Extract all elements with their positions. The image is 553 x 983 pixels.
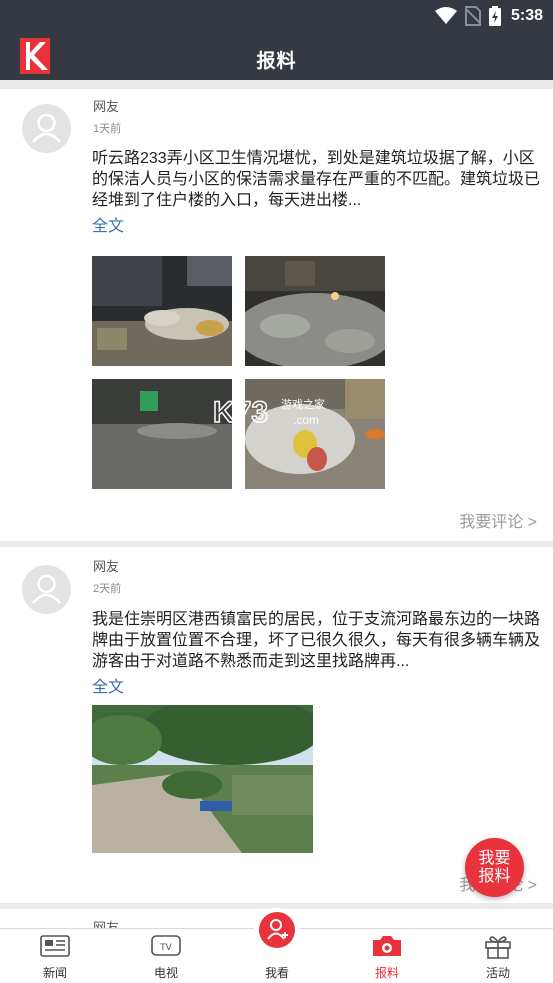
avatar[interactable] — [22, 565, 71, 614]
post-time: 2天前 — [93, 583, 122, 595]
post-image-graphic — [92, 379, 232, 489]
user-icon — [32, 113, 61, 143]
post-image[interactable] — [92, 256, 232, 366]
post-username: 网友 — [93, 920, 120, 928]
report-fab-button[interactable]: 我要 报料 — [465, 838, 524, 897]
newspaper-icon — [40, 935, 70, 957]
tv-icon: TV — [151, 935, 181, 956]
svg-text:.com: .com — [293, 413, 319, 427]
fab-label-line1: 我要 — [478, 850, 511, 867]
wifi-icon — [434, 7, 457, 24]
post-time: 1天前 — [93, 123, 122, 135]
post-card[interactable]: 网友 1天前 听云路233弄小区卫生情况堪忧，到处是建筑垃圾据了解，小区的保洁人… — [0, 89, 553, 541]
tab-news-label: 新闻 — [42, 966, 67, 980]
center-tab-inner — [259, 912, 295, 948]
post-username: 网友 — [93, 99, 120, 114]
post-image[interactable] — [92, 705, 313, 853]
post-image[interactable] — [92, 379, 232, 489]
fab-label-line2: 报料 — [478, 868, 511, 885]
post-text[interactable]: 我是住崇明区港西镇富民的居民，位于支流河路最东边的一块路牌由于放置位置不合理，坏… — [92, 609, 542, 672]
tab-watch-label: 我看 — [264, 966, 289, 980]
user-icon — [32, 574, 61, 604]
status-icons: 5:38 — [434, 4, 543, 28]
svg-text:TV: TV — [159, 943, 172, 953]
watermark-logo: K73 游戏之家 .com — [212, 392, 343, 430]
post-image-graphic — [92, 256, 232, 366]
no-sim-icon — [464, 6, 481, 26]
user-plus-icon — [267, 919, 288, 940]
post-text[interactable]: 听云路233弄小区卫生情况堪忧，到处是建筑垃圾据了解，小区的保洁人员与小区的保洁… — [92, 148, 542, 211]
tab-activity[interactable]: 活动 — [458, 929, 538, 983]
camera-icon — [373, 936, 401, 956]
tab-tv[interactable]: TV 电视 — [126, 929, 206, 983]
tab-tv-label: 电视 — [153, 966, 178, 980]
battery-charging-icon — [488, 6, 501, 26]
app-header: 报料 — [0, 32, 553, 80]
post-image-graphic — [92, 705, 313, 853]
feed-list[interactable]: 网友 1天前 听云路233弄小区卫生情况堪忧，到处是建筑垃圾据了解，小区的保洁人… — [0, 80, 553, 928]
gift-icon — [485, 936, 511, 959]
status-bar: 5:38 — [0, 0, 553, 32]
tab-report[interactable]: 报料 — [347, 929, 427, 983]
post-image[interactable] — [245, 256, 385, 366]
page-title: 报料 — [256, 51, 297, 72]
tab-activity-label: 活动 — [485, 966, 510, 980]
center-tab-button[interactable] — [254, 908, 300, 954]
post-username: 网友 — [93, 559, 120, 574]
tab-news[interactable]: 新闻 — [15, 929, 95, 983]
tab-report-label: 报料 — [374, 966, 399, 980]
status-time: 5:38 — [510, 7, 543, 24]
fulltext-link[interactable]: 全文 — [92, 673, 124, 697]
svg-text:游戏之家: 游戏之家 — [281, 397, 325, 411]
watermark-graphic: K73 游戏之家 .com — [212, 395, 325, 430]
fulltext-link[interactable]: 全文 — [92, 212, 124, 236]
comment-link[interactable]: 我要评论 > — [459, 508, 537, 532]
post-image-graphic — [245, 256, 385, 366]
avatar[interactable] — [22, 104, 71, 153]
svg-text:K73: K73 — [213, 396, 268, 429]
